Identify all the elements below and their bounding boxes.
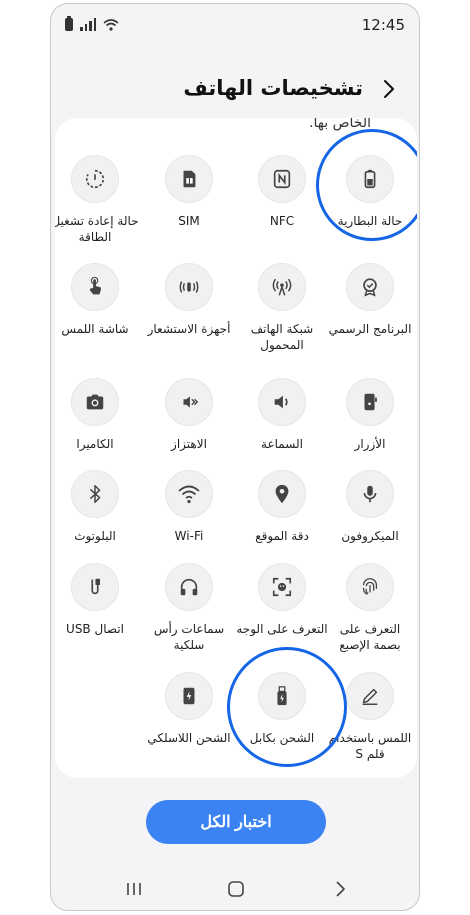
headphones-icon bbox=[165, 563, 213, 611]
home-icon[interactable] bbox=[223, 876, 249, 902]
s-pen-icon bbox=[346, 672, 394, 720]
tile-label: اللمس باستخدام قلم S bbox=[328, 731, 412, 761]
tile-label: اتصال USB bbox=[66, 622, 124, 636]
tile-label: الأزرار bbox=[354, 437, 386, 451]
power-restart-icon bbox=[71, 155, 119, 203]
tile-label: أجهزة الاستشعار bbox=[147, 322, 231, 336]
official-software-badge-icon bbox=[346, 263, 394, 311]
mobile-network-icon bbox=[258, 263, 306, 311]
tile-microphone[interactable]: الميكروفون bbox=[323, 470, 417, 544]
tile-label: شاشة اللمس bbox=[61, 322, 129, 336]
tile-touch-screen[interactable]: شاشة اللمس bbox=[55, 263, 142, 337]
tile-wired-headphones[interactable]: سماعات رأس سلكية bbox=[142, 563, 236, 653]
tile-label: SIM bbox=[178, 214, 200, 228]
fingerprint-icon bbox=[346, 563, 394, 611]
tile-sim[interactable]: SIM bbox=[142, 155, 236, 229]
tile-label: Wi-Fi bbox=[174, 529, 204, 543]
tile-battery-status[interactable]: حالة البطارية bbox=[323, 155, 417, 229]
test-all-button[interactable]: اختبار الكل bbox=[146, 800, 326, 844]
tile-official-software[interactable]: البرنامج الرسمي bbox=[323, 263, 417, 337]
tile-label: دقة الموقع bbox=[255, 529, 309, 543]
back-nav-icon[interactable] bbox=[327, 876, 353, 902]
phone-frame: 12:45 تشخيصات الهاتف الخاص بها. حالة الب… bbox=[50, 3, 420, 911]
tile-label: الشحن اللاسلكي bbox=[147, 731, 231, 745]
tile-power-restart[interactable]: حالة إعادة تشغيل الطاقة bbox=[55, 155, 142, 245]
tile-bluetooth[interactable]: البلوتوث bbox=[55, 470, 142, 544]
touch-screen-icon bbox=[71, 263, 119, 311]
recent-apps-icon[interactable] bbox=[121, 876, 147, 902]
page-title: تشخيصات الهاتف bbox=[183, 76, 363, 100]
speaker-icon bbox=[258, 378, 306, 426]
tile-location-accuracy[interactable]: دقة الموقع bbox=[235, 470, 329, 544]
back-icon[interactable] bbox=[379, 74, 399, 104]
tile-vibration[interactable]: الاهتزاز bbox=[142, 378, 236, 452]
tile-label: البرنامج الرسمي bbox=[328, 322, 412, 336]
tile-sensors[interactable]: أجهزة الاستشعار bbox=[142, 263, 236, 337]
status-wifi-icon bbox=[103, 18, 119, 31]
diagnostics-grid: حالة البطارية NFC SIM حالة إعادة تشغيل ا… bbox=[55, 118, 417, 778]
tile-nfc[interactable]: NFC bbox=[235, 155, 329, 229]
header: تشخيصات الهاتف bbox=[51, 74, 419, 104]
tile-camera[interactable]: الكاميرا bbox=[55, 378, 142, 452]
tile-label: شبكة الهاتف المحمول bbox=[250, 322, 314, 352]
tile-label: التعرف على الوجه bbox=[236, 622, 328, 636]
status-icons bbox=[65, 16, 119, 31]
tile-mobile-network[interactable]: شبكة الهاتف المحمول bbox=[235, 263, 329, 353]
tile-fingerprint[interactable]: التعرف على بصمة الإصبع bbox=[323, 563, 417, 653]
nfc-icon bbox=[258, 155, 306, 203]
tile-speaker[interactable]: السماعة bbox=[235, 378, 329, 452]
wireless-charging-icon bbox=[165, 672, 213, 720]
tile-label: NFC bbox=[269, 214, 295, 228]
tile-label: الكاميرا bbox=[76, 437, 114, 451]
status-bar: 12:45 bbox=[51, 4, 419, 46]
tile-label: السماعة bbox=[261, 437, 303, 451]
diagnostics-card: الخاص بها. حالة البطارية NFC SIM حالة إع… bbox=[55, 118, 417, 778]
tile-face-recognition[interactable]: التعرف على الوجه bbox=[235, 563, 329, 637]
tile-label: سماعات رأس سلكية bbox=[153, 622, 225, 652]
tile-cable-charging[interactable]: الشحن بكابل bbox=[235, 672, 329, 746]
status-battery-icon bbox=[65, 16, 73, 31]
location-icon bbox=[258, 470, 306, 518]
cable-charging-icon bbox=[258, 672, 306, 720]
camera-icon bbox=[71, 378, 119, 426]
bluetooth-icon bbox=[71, 470, 119, 518]
tile-label: التعرف على بصمة الإصبع bbox=[339, 622, 401, 652]
tile-usb-connection[interactable]: اتصال USB bbox=[55, 563, 142, 637]
face-recognition-icon bbox=[258, 563, 306, 611]
battery-icon bbox=[346, 155, 394, 203]
tile-label: الشحن بكابل bbox=[249, 731, 315, 745]
tile-label: حالة البطارية bbox=[337, 214, 403, 228]
usb-icon bbox=[71, 563, 119, 611]
tile-s-pen-touch[interactable]: اللمس باستخدام قلم S bbox=[323, 672, 417, 762]
tile-label: البلوتوث bbox=[74, 529, 116, 543]
wifi-icon bbox=[165, 470, 213, 518]
tile-label: حالة إعادة تشغيل الطاقة bbox=[55, 214, 139, 244]
tile-buttons[interactable]: الأزرار bbox=[323, 378, 417, 452]
tile-label: الاهتزاز bbox=[171, 437, 207, 451]
navigation-bar bbox=[51, 874, 419, 904]
tile-label: الميكروفون bbox=[341, 529, 399, 543]
sim-card-icon bbox=[165, 155, 213, 203]
microphone-icon bbox=[346, 470, 394, 518]
status-time: 12:45 bbox=[361, 16, 405, 34]
vibration-icon bbox=[165, 378, 213, 426]
tile-wifi[interactable]: Wi-Fi bbox=[142, 470, 236, 544]
sensors-icon bbox=[165, 263, 213, 311]
buttons-icon bbox=[346, 378, 394, 426]
signal-icon bbox=[80, 18, 96, 31]
tile-wireless-charging[interactable]: الشحن اللاسلكي bbox=[142, 672, 236, 746]
